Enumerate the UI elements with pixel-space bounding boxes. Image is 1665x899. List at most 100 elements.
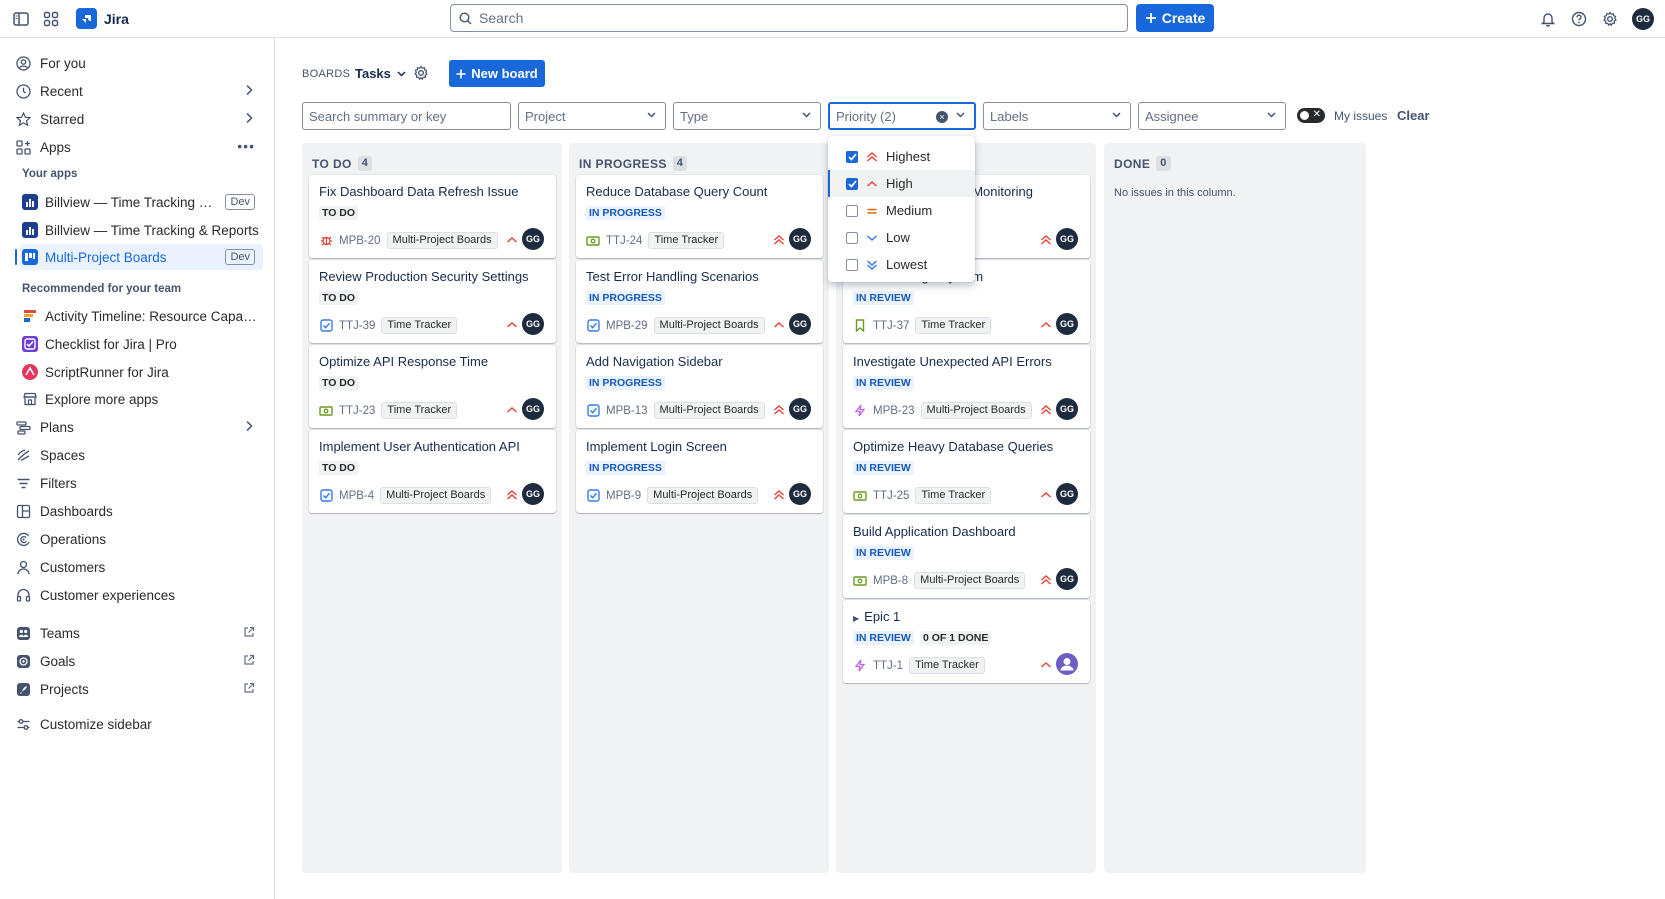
- issue-key[interactable]: MPB-23: [873, 405, 915, 417]
- sidebar-item-for-you[interactable]: For you: [12, 50, 263, 76]
- issue-card[interactable]: Fix Dashboard Data Refresh Issue TO DO MPB…: [309, 175, 556, 258]
- priority-option-low[interactable]: Low: [828, 224, 975, 251]
- issue-card[interactable]: Review Production Security Settings TO DO…: [309, 260, 556, 343]
- sidebar-explore-more-apps[interactable]: Explore more apps: [20, 386, 263, 412]
- assignee-avatar[interactable]: GG: [1056, 398, 1078, 420]
- board-selector[interactable]: Tasks: [355, 66, 406, 81]
- card-footer: MPB-4 Multi-Project Boards: [319, 487, 492, 504]
- assignee-filter-select[interactable]: Assignee: [1138, 102, 1286, 130]
- assignee-avatar[interactable]: GG: [1056, 568, 1078, 590]
- issue-key[interactable]: MPB-9: [606, 490, 641, 502]
- create-button[interactable]: Create: [1136, 4, 1214, 32]
- assignee-avatar[interactable]: GG: [522, 313, 544, 335]
- assignee-avatar[interactable]: GG: [522, 228, 544, 250]
- my-issues-toggle[interactable]: ✕: [1297, 108, 1325, 123]
- status-lozenge: IN REVIEW: [853, 546, 914, 560]
- project-filter-select[interactable]: Project: [518, 102, 666, 130]
- issue-card[interactable]: Add Navigation Sidebar IN PROGRESS MPB-13 M…: [576, 345, 823, 428]
- help-icon[interactable]: [1568, 9, 1590, 29]
- issue-card[interactable]: Test Error Handling Scenarios IN PROGRESS…: [576, 260, 823, 343]
- checkbox-unchecked[interactable]: [846, 204, 858, 217]
- sidebar-item-dashboards[interactable]: Dashboards: [12, 498, 263, 524]
- assignee-avatar[interactable]: GG: [789, 313, 811, 335]
- assignee-avatar[interactable]: GG: [789, 398, 811, 420]
- issue-key[interactable]: TTJ-24: [606, 235, 642, 247]
- sidebar-item-projects[interactable]: Projects: [12, 676, 263, 702]
- checkbox-unchecked[interactable]: [846, 231, 858, 244]
- sidebar-app-activity-timeline[interactable]: Activity Timeline: Resource Capacity Pla…: [20, 303, 263, 329]
- chevron-right-icon[interactable]: [245, 84, 253, 96]
- issue-card[interactable]: ▶ Epic 1 IN REVIEW 0 OF 1 DONE TTJ-1 Time Tra…: [843, 600, 1090, 683]
- issue-card[interactable]: Implement Login Screen IN PROGRESS MPB-9 Mu…: [576, 430, 823, 513]
- issue-key[interactable]: MPB-20: [339, 235, 381, 247]
- sidebar-item-goals[interactable]: Goals: [12, 648, 263, 674]
- jira-logo[interactable]: Jira: [76, 8, 129, 29]
- sidebar-app-checklist[interactable]: Checklist for Jira | Pro: [20, 331, 263, 357]
- sidebar-toggle-icon[interactable]: [10, 9, 32, 29]
- chevron-right-icon[interactable]: [245, 112, 253, 124]
- priority-option-lowest[interactable]: Lowest: [828, 251, 975, 278]
- clear-filters-button[interactable]: Clear: [1397, 108, 1430, 123]
- assignee-avatar[interactable]: GG: [1056, 313, 1078, 335]
- issue-key[interactable]: TTJ-25: [873, 490, 909, 502]
- checkbox-checked[interactable]: [846, 177, 858, 190]
- sidebar-item-recent[interactable]: Recent: [12, 78, 263, 104]
- assignee-avatar[interactable]: GG: [522, 398, 544, 420]
- chevron-right-icon[interactable]: [245, 420, 253, 432]
- app-switcher-icon[interactable]: [40, 9, 62, 29]
- checkbox-unchecked[interactable]: [846, 258, 858, 271]
- profile-avatar[interactable]: GG: [1632, 8, 1654, 30]
- issue-key[interactable]: MPB-13: [606, 405, 648, 417]
- issue-card[interactable]: Investigate Unexpected API Errors IN REVI…: [843, 345, 1090, 428]
- priority-option-highest[interactable]: Highest: [828, 143, 975, 170]
- issue-card[interactable]: Optimize Heavy Database Queries IN REVIEW…: [843, 430, 1090, 513]
- sidebar-item-customer-experiences[interactable]: Customer experiences: [12, 582, 263, 608]
- assignee-avatar[interactable]: GG: [1056, 483, 1078, 505]
- search-input[interactable]: Search: [450, 4, 1128, 32]
- sidebar-item-plans[interactable]: Plans: [12, 414, 263, 440]
- sidebar-app-multi-project-boards[interactable]: Multi-Project Boards Dev: [15, 244, 263, 270]
- sidebar-item-apps[interactable]: Apps •••: [12, 134, 263, 160]
- issue-key[interactable]: TTJ-1: [873, 660, 903, 672]
- priority-option-high[interactable]: High: [828, 170, 975, 197]
- sidebar-item-spaces[interactable]: Spaces: [12, 442, 263, 468]
- issue-key[interactable]: MPB-8: [873, 575, 908, 587]
- clear-selection-icon[interactable]: ×: [936, 111, 948, 123]
- priority-filter-select[interactable]: Priority (2) ×: [828, 102, 976, 130]
- issue-card[interactable]: Build Application Dashboard IN REVIEW MPB-…: [843, 515, 1090, 598]
- board-settings-icon[interactable]: [413, 65, 429, 81]
- priority-option-medium[interactable]: Medium: [828, 197, 975, 224]
- issue-key[interactable]: MPB-4: [339, 490, 374, 502]
- summary-search-input[interactable]: Search summary or key: [302, 102, 511, 130]
- breadcrumb[interactable]: BOARDS: [302, 68, 350, 80]
- type-filter-select[interactable]: Type: [673, 102, 821, 130]
- assignee-avatar[interactable]: GG: [789, 228, 811, 250]
- sidebar-item-customers[interactable]: Customers: [12, 554, 263, 580]
- assignee-avatar[interactable]: GG: [1056, 228, 1078, 250]
- notifications-bell-icon[interactable]: [1537, 9, 1559, 29]
- issue-key[interactable]: TTJ-23: [339, 405, 375, 417]
- labels-filter-select[interactable]: Labels: [983, 102, 1131, 130]
- issue-card[interactable]: Optimize API Response Time TO DO TTJ-23 Tim…: [309, 345, 556, 428]
- sidebar-item-starred[interactable]: Starred: [12, 106, 263, 132]
- sidebar-app-billview-dev[interactable]: Billview — Time Tracking & Reports Dev: [20, 189, 263, 215]
- issue-key[interactable]: TTJ-39: [339, 320, 375, 332]
- settings-gear-icon[interactable]: [1599, 9, 1621, 29]
- assignee-avatar[interactable]: GG: [789, 483, 811, 505]
- unassigned-avatar[interactable]: [1056, 653, 1078, 675]
- assignee-avatar[interactable]: GG: [522, 483, 544, 505]
- sidebar-item-operations[interactable]: Operations: [12, 526, 263, 552]
- sidebar-item-filters[interactable]: Filters: [12, 470, 263, 496]
- customize-sidebar-button[interactable]: Customize sidebar: [12, 711, 263, 737]
- issue-key[interactable]: MPB-29: [606, 320, 648, 332]
- checkbox-checked[interactable]: [846, 150, 858, 163]
- sidebar-app-billview[interactable]: Billview — Time Tracking & Reports: [20, 217, 263, 243]
- more-options-icon[interactable]: •••: [237, 138, 255, 154]
- issue-card[interactable]: Implement User Authentication API TO DO MP…: [309, 430, 556, 513]
- sidebar-app-scriptrunner[interactable]: ScriptRunner for Jira: [20, 359, 263, 385]
- new-board-button[interactable]: New board: [449, 60, 545, 87]
- sidebar-item-teams[interactable]: Teams: [12, 620, 263, 646]
- issue-card[interactable]: Reduce Database Query Count IN PROGRESS TT…: [576, 175, 823, 258]
- issue-key[interactable]: TTJ-37: [873, 320, 909, 332]
- expand-caret-icon[interactable]: ▶: [853, 614, 859, 623]
